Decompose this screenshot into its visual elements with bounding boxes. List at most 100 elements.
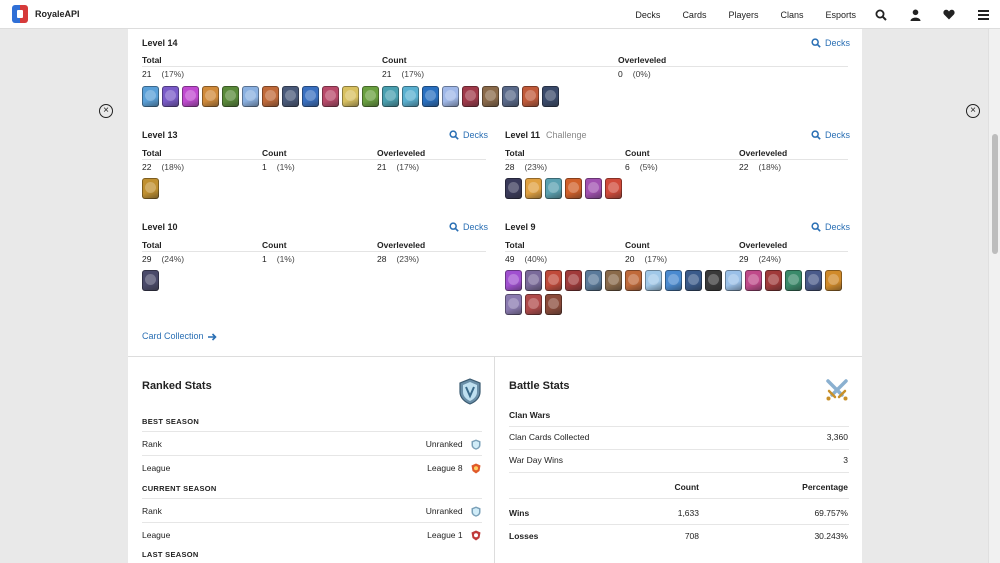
count-value: 6 (5%) bbox=[625, 162, 658, 172]
card-icon[interactable] bbox=[262, 86, 279, 107]
card-icon[interactable] bbox=[162, 86, 179, 107]
nav-decks[interactable]: Decks bbox=[635, 10, 660, 20]
card-icon[interactable] bbox=[665, 270, 682, 291]
total-header: Total bbox=[505, 240, 525, 250]
heart-icon[interactable] bbox=[932, 0, 966, 29]
card-icon[interactable] bbox=[222, 86, 239, 107]
overleveled-value: 22 (18%) bbox=[739, 162, 782, 172]
card-icon[interactable] bbox=[542, 86, 559, 107]
search-icon[interactable] bbox=[864, 0, 898, 29]
nav-esports[interactable]: Esports bbox=[825, 10, 856, 20]
card-icon[interactable] bbox=[502, 86, 519, 107]
level-13-decks-link[interactable]: Decks bbox=[449, 130, 488, 140]
total-value: 21 (17%) bbox=[142, 69, 185, 79]
card-icon[interactable] bbox=[545, 294, 562, 315]
card-icon[interactable] bbox=[142, 270, 159, 291]
card-icon[interactable] bbox=[342, 86, 359, 107]
card-icon[interactable] bbox=[745, 270, 762, 291]
level-11-subtitle: Challenge bbox=[546, 130, 587, 140]
card-icon[interactable] bbox=[565, 178, 582, 199]
battle-stats-title: Battle Stats bbox=[509, 380, 570, 392]
card-icon[interactable] bbox=[625, 270, 642, 291]
card-icon[interactable] bbox=[785, 270, 802, 291]
level-9-decks-link[interactable]: Decks bbox=[811, 222, 850, 232]
card-icon[interactable] bbox=[242, 86, 259, 107]
card-icon[interactable] bbox=[282, 86, 299, 107]
card-icon[interactable] bbox=[302, 86, 319, 107]
card-icon[interactable] bbox=[522, 86, 539, 107]
scrollbar-thumb[interactable] bbox=[992, 134, 998, 254]
hamburger-menu-icon[interactable] bbox=[966, 0, 1000, 29]
divider bbox=[509, 449, 849, 450]
card-icon[interactable] bbox=[685, 270, 702, 291]
page-scrollbar[interactable] bbox=[988, 29, 1000, 563]
profile-panel: Level 14 Decks Total Count Overleveled 2… bbox=[128, 29, 862, 563]
card-icon[interactable] bbox=[322, 86, 339, 107]
total-header: Total bbox=[142, 240, 162, 250]
card-icon[interactable] bbox=[505, 178, 522, 199]
card-icon[interactable] bbox=[182, 86, 199, 107]
card-icon[interactable] bbox=[585, 178, 602, 199]
card-icon[interactable] bbox=[725, 270, 742, 291]
divider bbox=[142, 251, 486, 252]
card-icon[interactable] bbox=[525, 178, 542, 199]
card-icon[interactable] bbox=[765, 270, 782, 291]
nav-cards[interactable]: Cards bbox=[682, 10, 706, 20]
royaleapi-logo[interactable] bbox=[12, 5, 28, 23]
decks-link-label: Decks bbox=[825, 38, 851, 48]
card-icon[interactable] bbox=[605, 178, 622, 199]
divider bbox=[505, 159, 848, 160]
divider bbox=[509, 524, 849, 525]
card-icon[interactable] bbox=[525, 294, 542, 315]
card-icon[interactable] bbox=[545, 270, 562, 291]
decks-link-label: Decks bbox=[463, 222, 489, 232]
card-icon[interactable] bbox=[362, 86, 379, 107]
card-icon[interactable] bbox=[545, 178, 562, 199]
total-header: Total bbox=[505, 148, 525, 158]
card-icon[interactable] bbox=[605, 270, 622, 291]
losses-percentage: 30.243% bbox=[814, 531, 848, 541]
count-header: Count bbox=[625, 240, 650, 250]
level-13-cards bbox=[142, 178, 482, 199]
card-icon[interactable] bbox=[505, 294, 522, 315]
brand-name[interactable]: RoyaleAPI bbox=[35, 9, 80, 19]
card-icon[interactable] bbox=[402, 86, 419, 107]
best-rank-label: Rank bbox=[142, 439, 162, 449]
card-icon[interactable] bbox=[825, 270, 842, 291]
card-icon[interactable] bbox=[525, 270, 542, 291]
card-icon[interactable] bbox=[462, 86, 479, 107]
current-league-label: League bbox=[142, 530, 171, 540]
divider bbox=[509, 472, 849, 473]
best-rank-value: Unranked bbox=[328, 439, 481, 450]
overleveled-value: 21 (17%) bbox=[377, 162, 420, 172]
left-close-icon[interactable]: × bbox=[99, 104, 113, 118]
level-14-decks-link[interactable]: Decks bbox=[811, 38, 850, 48]
card-collection-link[interactable]: Card Collection bbox=[142, 331, 217, 341]
card-icon[interactable] bbox=[482, 86, 499, 107]
level-10-cards bbox=[142, 270, 482, 291]
card-icon[interactable] bbox=[202, 86, 219, 107]
nav-clans[interactable]: Clans bbox=[780, 10, 803, 20]
card-icon[interactable] bbox=[382, 86, 399, 107]
count-value: 1 (1%) bbox=[262, 162, 295, 172]
card-icon[interactable] bbox=[142, 178, 159, 199]
card-icon[interactable] bbox=[505, 270, 522, 291]
card-icon[interactable] bbox=[422, 86, 439, 107]
card-icon[interactable] bbox=[142, 86, 159, 107]
card-icon[interactable] bbox=[705, 270, 722, 291]
level-9-title: Level 9 bbox=[505, 222, 536, 232]
card-icon[interactable] bbox=[805, 270, 822, 291]
user-icon[interactable] bbox=[898, 0, 932, 29]
level-11-decks-link[interactable]: Decks bbox=[811, 130, 850, 140]
card-icon[interactable] bbox=[442, 86, 459, 107]
right-close-icon[interactable]: × bbox=[966, 104, 980, 118]
card-icon[interactable] bbox=[565, 270, 582, 291]
divider bbox=[142, 455, 482, 456]
level-10-decks-link[interactable]: Decks bbox=[449, 222, 488, 232]
best-season-label: BEST SEASON bbox=[142, 417, 200, 426]
nav-players[interactable]: Players bbox=[728, 10, 758, 20]
divider bbox=[505, 251, 848, 252]
card-icon[interactable] bbox=[585, 270, 602, 291]
current-league-value: League 1 bbox=[328, 530, 481, 541]
card-icon[interactable] bbox=[645, 270, 662, 291]
